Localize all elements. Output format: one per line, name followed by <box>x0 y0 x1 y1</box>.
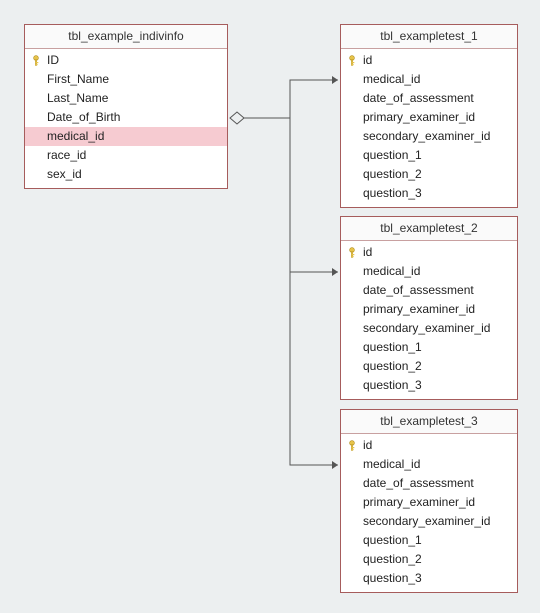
field-name: question_3 <box>363 570 511 587</box>
field-name: question_1 <box>363 532 511 549</box>
table-t1-fields: id medical_id date_of_assessment primary… <box>341 49 517 207</box>
field-name: primary_examiner_id <box>363 109 511 126</box>
field-name: question_2 <box>363 166 511 183</box>
field-name: medical_id <box>47 128 221 145</box>
field-row[interactable]: question_3 <box>341 569 517 588</box>
field-name: secondary_examiner_id <box>363 128 511 145</box>
primary-key-icon <box>33 55 43 67</box>
field-row-highlighted[interactable]: medical_id <box>25 127 227 146</box>
field-name: sex_id <box>47 166 221 183</box>
field-name: primary_examiner_id <box>363 494 511 511</box>
field-row[interactable]: question_1 <box>341 338 517 357</box>
field-row[interactable]: primary_examiner_id <box>341 108 517 127</box>
field-row[interactable]: primary_examiner_id <box>341 493 517 512</box>
table-t3[interactable]: tbl_exampletest_3 id medical_id date_of_… <box>340 409 518 593</box>
table-t1-title: tbl_exampletest_1 <box>341 25 517 49</box>
primary-key-icon <box>349 440 359 452</box>
primary-key-icon <box>349 247 359 259</box>
table-t2-title: tbl_exampletest_2 <box>341 217 517 241</box>
field-name: date_of_assessment <box>363 282 511 299</box>
table-source[interactable]: tbl_example_indivinfo ID First_Name Last… <box>24 24 228 189</box>
field-row[interactable]: question_2 <box>341 357 517 376</box>
field-row[interactable]: id <box>341 51 517 70</box>
table-source-fields: ID First_Name Last_Name Date_of_Birth me… <box>25 49 227 188</box>
field-name: secondary_examiner_id <box>363 513 511 530</box>
connector-line-3 <box>244 118 338 465</box>
field-name: question_3 <box>363 185 511 202</box>
field-row[interactable]: date_of_assessment <box>341 474 517 493</box>
field-name: Date_of_Birth <box>47 109 221 126</box>
field-name: question_3 <box>363 377 511 394</box>
field-name: primary_examiner_id <box>363 301 511 318</box>
field-name: Last_Name <box>47 90 221 107</box>
field-row[interactable]: medical_id <box>341 262 517 281</box>
field-row[interactable]: First_Name <box>25 70 227 89</box>
field-row[interactable]: question_1 <box>341 146 517 165</box>
field-row[interactable]: Date_of_Birth <box>25 108 227 127</box>
field-row[interactable]: secondary_examiner_id <box>341 319 517 338</box>
field-row[interactable]: date_of_assessment <box>341 89 517 108</box>
table-t3-fields: id medical_id date_of_assessment primary… <box>341 434 517 592</box>
field-row[interactable]: sex_id <box>25 165 227 184</box>
field-row[interactable]: question_2 <box>341 165 517 184</box>
field-name: First_Name <box>47 71 221 88</box>
field-name: secondary_examiner_id <box>363 320 511 337</box>
field-row[interactable]: id <box>341 243 517 262</box>
field-name: medical_id <box>363 263 511 280</box>
field-name: id <box>363 437 511 454</box>
field-name: id <box>363 52 511 69</box>
field-name: question_2 <box>363 358 511 375</box>
field-row[interactable]: secondary_examiner_id <box>341 512 517 531</box>
table-source-title: tbl_example_indivinfo <box>25 25 227 49</box>
field-name: date_of_assessment <box>363 475 511 492</box>
field-name: medical_id <box>363 71 511 88</box>
field-row[interactable]: question_3 <box>341 184 517 203</box>
field-row[interactable]: secondary_examiner_id <box>341 127 517 146</box>
table-t3-title: tbl_exampletest_3 <box>341 410 517 434</box>
field-name: question_2 <box>363 551 511 568</box>
field-row[interactable]: medical_id <box>341 455 517 474</box>
field-row[interactable]: ID <box>25 51 227 70</box>
primary-key-icon <box>349 55 359 67</box>
field-name: race_id <box>47 147 221 164</box>
field-name: ID <box>47 52 221 69</box>
table-t2-fields: id medical_id date_of_assessment primary… <box>341 241 517 399</box>
field-row[interactable]: Last_Name <box>25 89 227 108</box>
field-name: question_1 <box>363 339 511 356</box>
field-name: medical_id <box>363 456 511 473</box>
field-name: date_of_assessment <box>363 90 511 107</box>
connector-arrow-3 <box>332 461 338 469</box>
connector-line-2 <box>244 118 338 272</box>
field-row[interactable]: race_id <box>25 146 227 165</box>
connector-arrow-1 <box>332 76 338 84</box>
field-row[interactable]: question_2 <box>341 550 517 569</box>
connector-line-1 <box>244 80 338 118</box>
field-row[interactable]: question_3 <box>341 376 517 395</box>
field-row[interactable]: question_1 <box>341 531 517 550</box>
connector-origin-diamond <box>230 112 244 124</box>
field-row[interactable]: date_of_assessment <box>341 281 517 300</box>
field-row[interactable]: medical_id <box>341 70 517 89</box>
table-t2[interactable]: tbl_exampletest_2 id medical_id date_of_… <box>340 216 518 400</box>
field-row[interactable]: primary_examiner_id <box>341 300 517 319</box>
field-name: id <box>363 244 511 261</box>
field-name: question_1 <box>363 147 511 164</box>
field-row[interactable]: id <box>341 436 517 455</box>
table-t1[interactable]: tbl_exampletest_1 id medical_id date_of_… <box>340 24 518 208</box>
connector-arrow-2 <box>332 268 338 276</box>
